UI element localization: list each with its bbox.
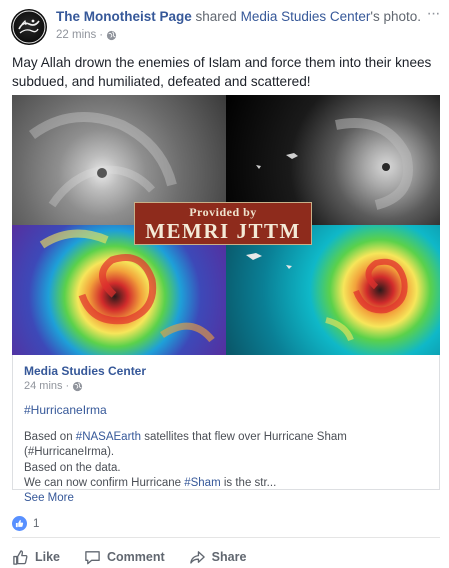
see-more-link[interactable]: See More	[24, 491, 434, 506]
shared-post-meta: 24 mins ·	[24, 380, 83, 392]
shared-author-link[interactable]: Media Studies Center	[24, 364, 146, 378]
share-label: Share	[211, 550, 247, 564]
like-reaction-icon	[12, 516, 27, 531]
shared-meta-separator: ·	[65, 380, 70, 392]
shared-photo[interactable]: Provided by MEMRI JTTM	[12, 95, 440, 355]
meta-separator: ·	[99, 29, 104, 41]
facebook-post: The Monotheist Page shared Media Studies…	[0, 0, 449, 568]
body-line-1: Based on #NASAEarth satellites that flew…	[24, 430, 434, 461]
comment-icon	[85, 550, 100, 564]
post-timestamp[interactable]: 22 mins	[56, 29, 96, 41]
hashtag-link[interactable]: #HurricaneIrma	[24, 403, 107, 417]
comment-label: Comment	[107, 550, 165, 564]
shared-post-body: Based on #NASAEarth satellites that flew…	[24, 430, 434, 506]
body-line-1-pre: Based on	[24, 431, 76, 443]
share-button[interactable]: Share	[189, 549, 247, 566]
body-line-3-post: is the str...	[220, 476, 277, 489]
reactions-summary[interactable]: 1	[12, 516, 39, 531]
post-header: The Monotheist Page shared Media Studies…	[56, 9, 421, 24]
shared-verb: shared	[195, 9, 237, 24]
reaction-count: 1	[33, 517, 40, 530]
globe-icon[interactable]	[72, 381, 83, 392]
post-actions-bar: Like Comment Share	[12, 547, 440, 567]
watermark-line-2: MEMRI JTTM	[145, 219, 301, 243]
shared-suffix: 's photo.	[370, 9, 422, 24]
comment-button[interactable]: Comment	[84, 549, 165, 566]
shared-post-timestamp[interactable]: 24 mins	[24, 380, 63, 392]
body-line-2: Based on the data.	[24, 461, 121, 474]
like-button[interactable]: Like	[12, 549, 60, 566]
post-options-button[interactable]: ···	[423, 6, 443, 22]
page-avatar[interactable]	[11, 9, 47, 45]
body-line-3: We can now confirm Hurricane #Sham is th…	[24, 476, 434, 491]
avatar-emblem-icon	[12, 10, 46, 44]
like-label: Like	[35, 550, 61, 564]
globe-icon[interactable]	[106, 30, 117, 41]
body-line-3-pre: We can now confirm Hurricane	[24, 476, 185, 489]
page-name-link[interactable]: The Monotheist Page	[56, 9, 192, 24]
post-message: May Allah drown the enemies of Islam and…	[12, 55, 432, 89]
sham-hashtag-link[interactable]: #Sham	[184, 477, 220, 489]
nasa-earth-hashtag-link[interactable]: #NASAEarth	[76, 431, 141, 443]
shared-source-link[interactable]: Media Studies Center	[241, 9, 371, 24]
post-meta: 22 mins ·	[56, 29, 117, 41]
watermark-banner: Provided by MEMRI JTTM	[134, 202, 312, 245]
shared-post-card: Media Studies Center 24 mins · #Hurrican…	[12, 355, 440, 504]
thumbs-up-icon	[13, 549, 28, 565]
watermark-line-1: Provided by	[189, 205, 257, 219]
share-arrow-icon	[189, 550, 205, 564]
actions-divider	[12, 537, 440, 538]
